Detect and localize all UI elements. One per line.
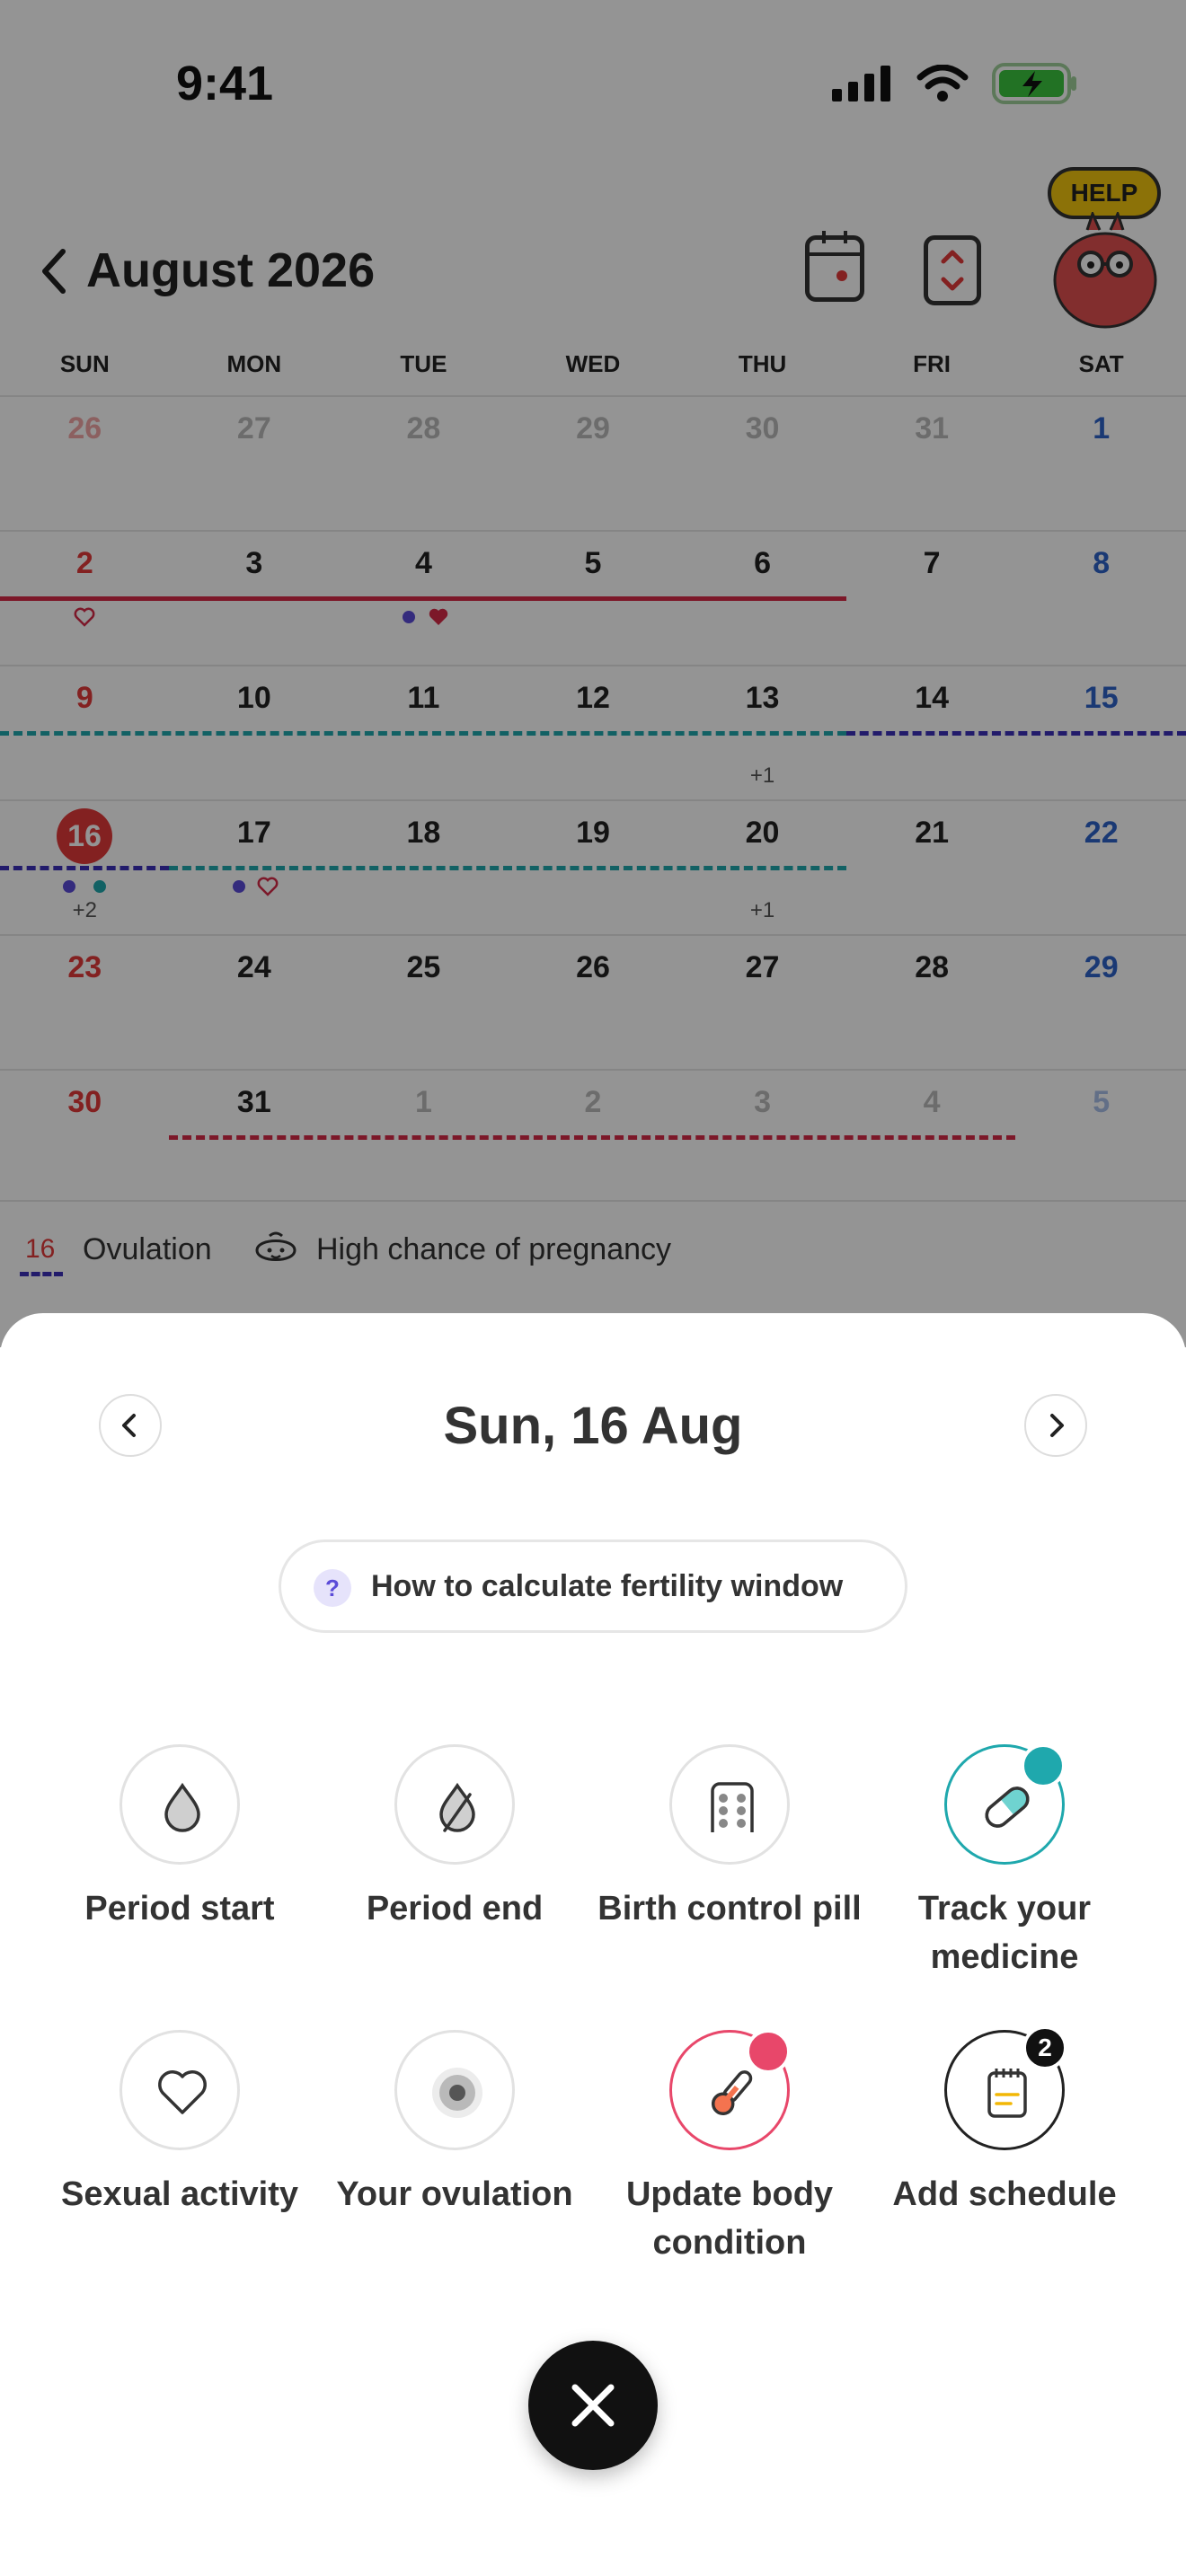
option-label: Sexual activity [60,2175,299,2213]
track-medicine-option[interactable]: Track your medicine [861,1743,1148,1981]
option-label: Update body condition [625,2175,834,2262]
option-label: Birth control pill [597,1890,862,1928]
ovulation-icon [432,2068,482,2118]
close-icon [571,2384,615,2427]
drop-slash-icon [439,1782,475,1832]
close-button[interactable] [528,2341,658,2470]
question-icon: ? [314,1569,351,1607]
fertility-window-help-label: How to calculate fertility window [371,1569,844,1603]
checkmark-icon [1067,1792,1086,1806]
option-label: Track your medicine [917,1890,1092,1976]
modal-backdrop[interactable] [0,0,1186,1347]
selected-date-title: Sun, 16 Aug [443,1397,743,1455]
checkmark-icon [792,2078,811,2092]
fertility-window-help-button[interactable]: ? How to calculate fertility window [279,1539,907,1633]
update-body-condition-option[interactable]: Update body condition [586,2029,873,2267]
checked-badge [746,2029,811,2092]
period-start-option[interactable]: Period start [36,1744,323,1933]
option-label: Your ovulation [336,2175,573,2213]
schedule-count-badge: 2 [1022,2025,1067,2070]
next-day-button[interactable] [1024,1394,1087,1457]
your-ovulation-option[interactable]: Your ovulation [311,2030,598,2219]
sexual-activity-option[interactable]: Sexual activity [36,2030,323,2219]
add-schedule-option[interactable]: 2 Add schedule [861,2025,1148,2219]
day-detail-sheet: Sun, 16 Aug ? How to calculate fertility… [0,1313,1186,2576]
chevron-right-icon [1050,1414,1064,1437]
option-label: Add schedule [892,2175,1117,2213]
thermometer-icon [711,2070,753,2116]
notepad-icon [987,2069,1027,2118]
period-end-option[interactable]: Period end [311,1744,598,1933]
capsule-icon [985,1786,1030,1828]
checked-badge [1021,1743,1086,1806]
pill-pack-icon [711,1782,754,1832]
birth-control-pill-option[interactable]: Birth control pill [586,1744,873,1933]
option-label: Period end [366,1890,544,1928]
heart-icon [158,2070,207,2114]
drop-icon [164,1782,200,1832]
option-label: Period start [84,1890,275,1928]
